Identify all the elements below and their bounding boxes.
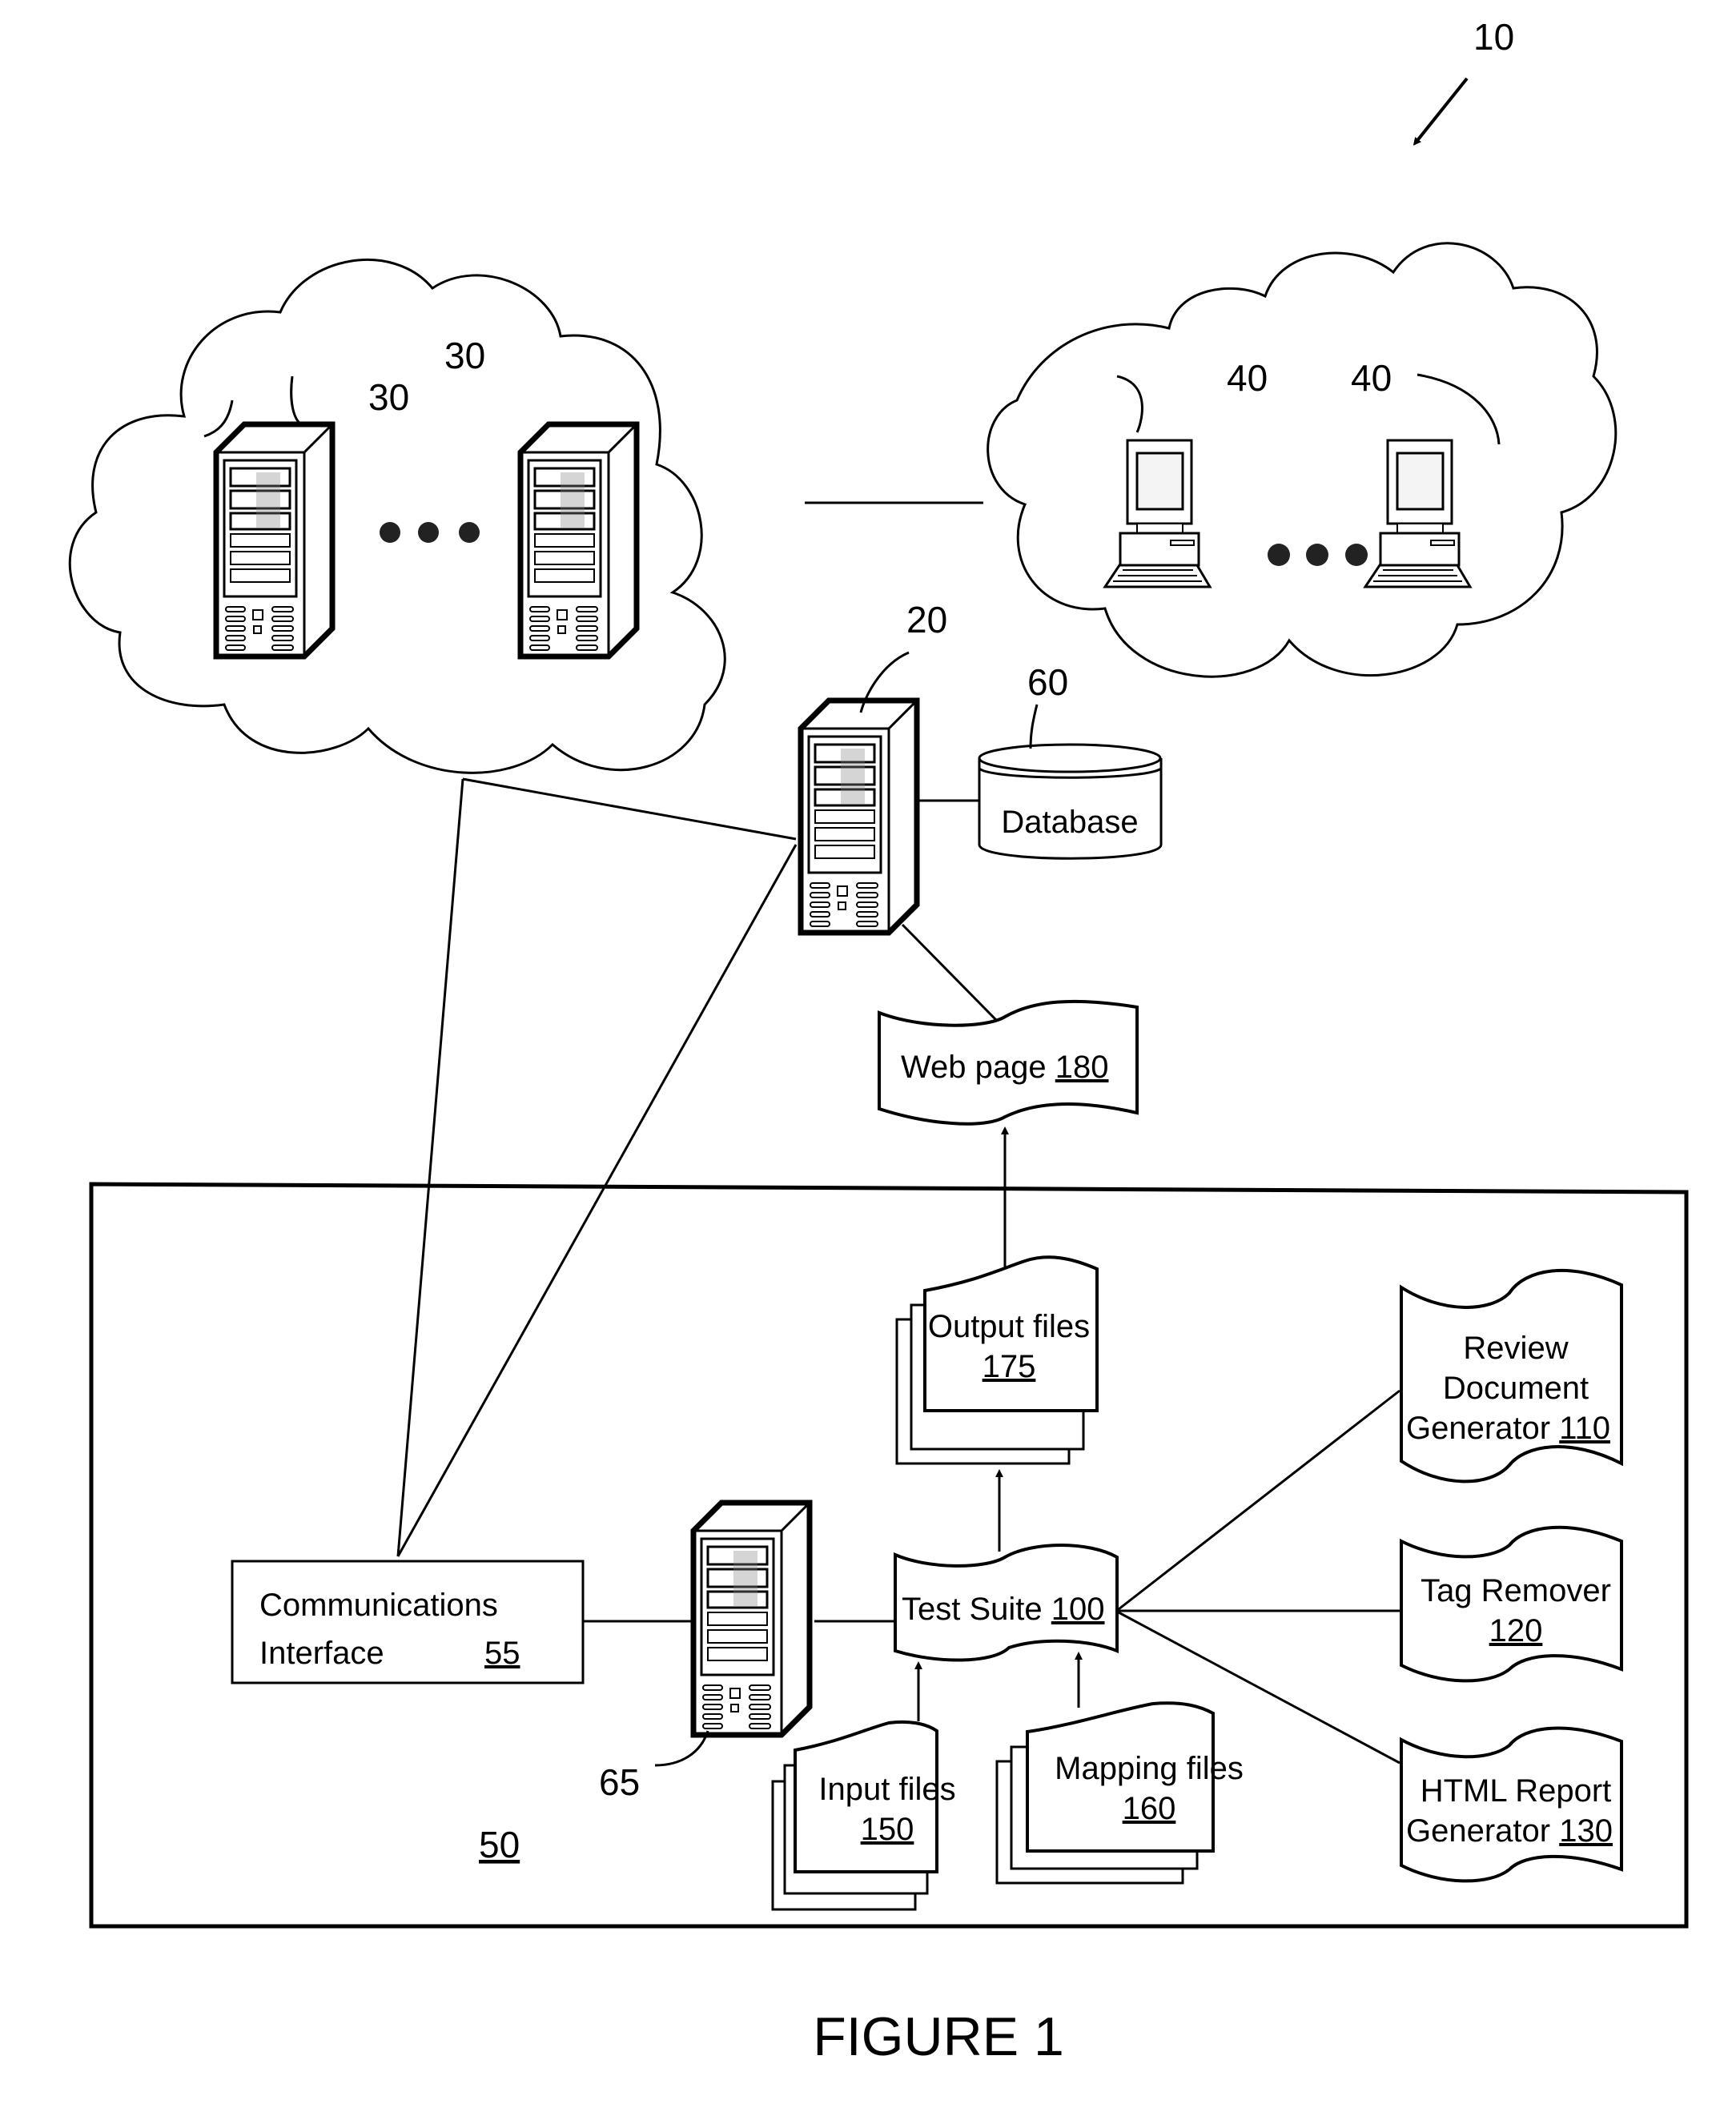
html-report-line1: HTML Report: [1421, 1773, 1612, 1809]
server-icon: [216, 424, 332, 656]
ellipsis-dot-icon: [1306, 544, 1328, 566]
comm-interface-ref: 55: [484, 1636, 520, 1671]
review-doc-line3: Generator 110: [1406, 1411, 1610, 1446]
testsuite-to-review-link: [1118, 1389, 1400, 1611]
client-network-cloud: [987, 242, 1617, 678]
local-server-ref-label: 65: [599, 1761, 640, 1803]
review-doc-line2: Document: [1443, 1371, 1589, 1406]
ellipsis-dot-icon: [380, 522, 400, 543]
client-computer-icon: [1364, 439, 1472, 588]
webserver-to-comm-link: [396, 844, 798, 1557]
system-box-ref-label: 50: [479, 1824, 520, 1865]
tag-remover-label: Tag Remover: [1421, 1573, 1611, 1608]
server-ref-label: 30: [444, 335, 485, 376]
comm-interface-line2: Interface: [259, 1636, 384, 1671]
system-ref-arrow: [1413, 77, 1469, 146]
test-suite-label: Test Suite 100: [902, 1592, 1105, 1627]
output-files-label: Output files: [928, 1309, 1090, 1344]
leader-line: [290, 375, 313, 428]
client-ref-label: 40: [1351, 357, 1392, 399]
leader-line: [203, 400, 234, 438]
ellipsis-dot-icon: [1268, 544, 1290, 566]
ellipsis-dot-icon: [1345, 544, 1368, 566]
html-report-line2: Generator 130: [1406, 1813, 1613, 1849]
web-server-ref-label: 20: [906, 599, 947, 640]
database-cylinder: [978, 743, 1163, 860]
review-doc-line1: Review: [1463, 1331, 1568, 1366]
mapping-files-label: Mapping files: [1055, 1751, 1244, 1786]
figure-caption: FIGURE 1: [813, 2006, 1064, 2067]
mapping-files-ref: 160: [1123, 1791, 1176, 1826]
database-label: Database: [1001, 805, 1138, 840]
client-computer-icon: [1103, 439, 1212, 588]
client-ref-label: 40: [1227, 357, 1268, 399]
server-ref-label: 30: [368, 376, 409, 418]
server-icon: [520, 424, 637, 656]
leader-line: [1417, 373, 1501, 445]
webserver-to-webpage-link: [901, 923, 999, 1022]
input-files-ref: 150: [861, 1812, 914, 1847]
web-server-icon: [801, 701, 917, 933]
database-ref-label: 60: [1027, 661, 1068, 703]
output-files-ref: 175: [983, 1349, 1036, 1384]
ellipsis-dot-icon: [459, 522, 480, 543]
mapping-files-stack: [995, 1701, 1215, 1885]
comm-interface-line1: Communications: [259, 1588, 498, 1623]
cloud-to-webserver-link: [462, 777, 797, 841]
local-server-icon: [693, 1503, 810, 1735]
leader-line: [1116, 375, 1143, 433]
system-ref-label: 10: [1473, 16, 1514, 58]
ellipsis-dot-icon: [418, 522, 439, 543]
input-files-label: Input files: [818, 1772, 955, 1807]
web-page-label: Web page 180: [901, 1050, 1108, 1085]
cloud-to-comm-link: [396, 778, 464, 1557]
tag-remover-ref: 120: [1489, 1613, 1543, 1648]
system-diagram: 10 30 30 40 40 20 Database 60 Web page 1…: [68, 16, 1689, 2067]
leader-line: [1029, 704, 1039, 749]
